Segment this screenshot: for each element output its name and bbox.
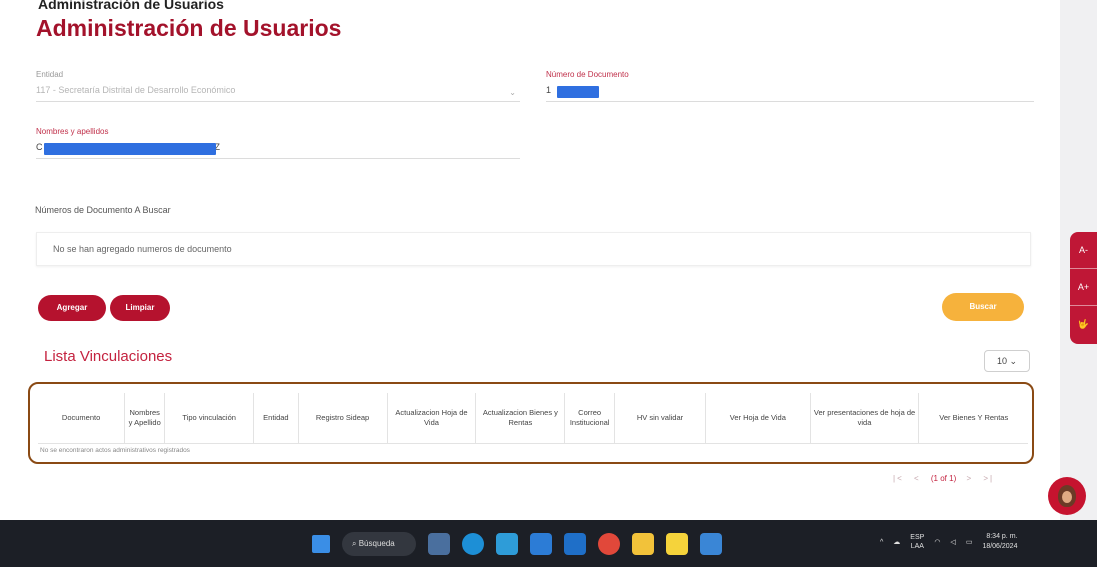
prev-page-button[interactable]: < xyxy=(914,474,921,483)
task-view-icon[interactable] xyxy=(428,532,450,555)
decrease-font-button[interactable]: A- xyxy=(1070,232,1097,269)
store-icon[interactable] xyxy=(496,532,518,555)
col-entidad[interactable]: Entidad xyxy=(253,393,299,444)
empty-table-message: No se encontraron actos administrativos … xyxy=(40,446,190,454)
numero-documento-underline xyxy=(546,101,1034,102)
nombres-field[interactable]: Nombres y apellidos CZ xyxy=(36,127,520,159)
battery-icon[interactable]: ▭ xyxy=(966,538,973,546)
avatar-icon xyxy=(1058,485,1076,507)
col-actualizacion-hv[interactable]: Actualizacion Hoja de Vida xyxy=(387,393,477,444)
redaction-mask xyxy=(44,143,216,155)
main-content: Administración de Usuarios Administració… xyxy=(0,0,1060,520)
redaction-mask xyxy=(557,86,599,98)
system-tray: ^ ☁ ESP LAA ◠ ◁ ▭ 8:34 p. m. 18/06/2024 xyxy=(880,532,1017,552)
language-bottom: LAA xyxy=(910,543,924,550)
cloud-icon[interactable]: ☁ xyxy=(893,538,900,546)
chat-assistant-button[interactable] xyxy=(1048,477,1086,515)
col-tipo-vinculacion[interactable]: Tipo vinculación xyxy=(164,393,255,444)
clipped-heading: Administración de Usuarios xyxy=(38,0,224,10)
nombres-underline xyxy=(36,158,520,159)
col-correo[interactable]: Correo Institucional xyxy=(564,393,615,444)
chevron-down-icon: ⌄ xyxy=(1009,356,1018,366)
col-nombres[interactable]: Nombres y Apellido xyxy=(124,393,166,444)
col-documento[interactable]: Documento xyxy=(38,393,126,444)
vinculaciones-table: Documento Nombres y Apellido Tipo vincul… xyxy=(38,393,1028,457)
increase-font-button[interactable]: A+ xyxy=(1070,269,1097,306)
col-hv-sin-validar[interactable]: HV sin validar xyxy=(614,393,707,444)
windows-start-icon[interactable] xyxy=(312,534,330,553)
lista-vinculaciones-title: Lista Vinculaciones xyxy=(44,348,173,365)
entidad-value: 117 - Secretaría Distrital de Desarrollo… xyxy=(36,85,236,95)
chevron-down-icon[interactable]: ⌄ xyxy=(509,88,516,97)
search-documents-label: Números de Documento A Buscar xyxy=(35,205,171,215)
sign-language-icon[interactable]: 🤟 xyxy=(1070,306,1097,343)
clock-time: 8:34 p. m. xyxy=(986,533,1018,540)
last-page-button[interactable]: >| xyxy=(983,474,994,483)
table-row: No se encontraron actos administrativos … xyxy=(38,443,1028,457)
next-page-button[interactable]: > xyxy=(966,474,973,483)
wifi-icon[interactable]: ◠ xyxy=(934,538,940,546)
chevron-up-icon[interactable]: ^ xyxy=(880,539,883,546)
mail-icon[interactable] xyxy=(564,532,586,555)
clock[interactable]: 8:34 p. m. 18/06/2024 xyxy=(982,532,1017,552)
language-top: ESP xyxy=(910,534,925,541)
paginator: |< < (1 of 1) > >| xyxy=(890,474,997,483)
volume-icon[interactable]: ◁ xyxy=(950,538,955,546)
page-title: Administración de Usuarios xyxy=(36,15,342,41)
col-ver-presentaciones[interactable]: Ver presentaciones de hoja de vida xyxy=(810,393,920,444)
nombres-prefix: C xyxy=(36,142,43,152)
file-explorer-icon[interactable] xyxy=(632,532,654,555)
entidad-label: Entidad xyxy=(36,70,64,79)
chrome-icon[interactable] xyxy=(598,532,620,555)
taskbar-apps: ⌕ Búsqueda xyxy=(312,530,722,557)
page-size-select[interactable]: 10 ⌄ xyxy=(984,350,1030,372)
agregar-button[interactable]: Agregar xyxy=(38,295,106,321)
empty-documents-message: No se han agregado numeros de documento xyxy=(53,244,232,254)
numero-documento-label: Número de Documento xyxy=(546,70,629,79)
entidad-underline xyxy=(36,101,520,102)
numero-documento-prefix: 1 xyxy=(546,85,552,95)
edge-browser-icon[interactable] xyxy=(462,532,484,555)
col-actualizacion-bienes[interactable]: Actualizacion Bienes y Rentas xyxy=(475,393,566,444)
nombres-label: Nombres y apellidos xyxy=(36,127,109,136)
taskbar-search-label: Búsqueda xyxy=(358,538,395,548)
screen: Administración de Usuarios Administració… xyxy=(0,0,1097,567)
documents-list-box: No se han agregado numeros de documento xyxy=(36,232,1031,266)
first-page-button[interactable]: |< xyxy=(893,474,904,483)
limpiar-button[interactable]: Limpiar xyxy=(110,295,170,321)
col-registro-sideap[interactable]: Registro Sideap xyxy=(298,393,388,444)
col-ver-hv[interactable]: Ver Hoja de Vida xyxy=(705,393,811,444)
page-indicator: (1 of 1) xyxy=(930,474,957,483)
numero-documento-field[interactable]: Número de Documento 12 xyxy=(546,70,1034,102)
taskbar-search[interactable]: ⌕ Búsqueda xyxy=(342,531,416,556)
language-indicator[interactable]: ESP LAA xyxy=(910,533,924,551)
accessibility-panel: A- A+ 🤟 xyxy=(1070,232,1097,344)
page-size-value: 10 xyxy=(996,356,1007,366)
app-l-icon[interactable] xyxy=(530,532,552,555)
buscar-button[interactable]: Buscar xyxy=(942,293,1024,321)
clock-date: 18/06/2024 xyxy=(982,543,1018,550)
table-header-row: Documento Nombres y Apellido Tipo vincul… xyxy=(38,393,1028,444)
app-blue-icon[interactable] xyxy=(700,532,722,555)
sticky-notes-icon[interactable] xyxy=(666,532,688,555)
entidad-field[interactable]: Entidad 117 - Secretaría Distrital de De… xyxy=(36,70,520,102)
col-ver-bienes[interactable]: Ver Bienes Y Rentas xyxy=(918,393,1028,444)
windows-taskbar: ⌕ Búsqueda ^ ☁ ESP LAA ◠ ◁ ▭ 8:34 p. m. … xyxy=(0,520,1097,567)
